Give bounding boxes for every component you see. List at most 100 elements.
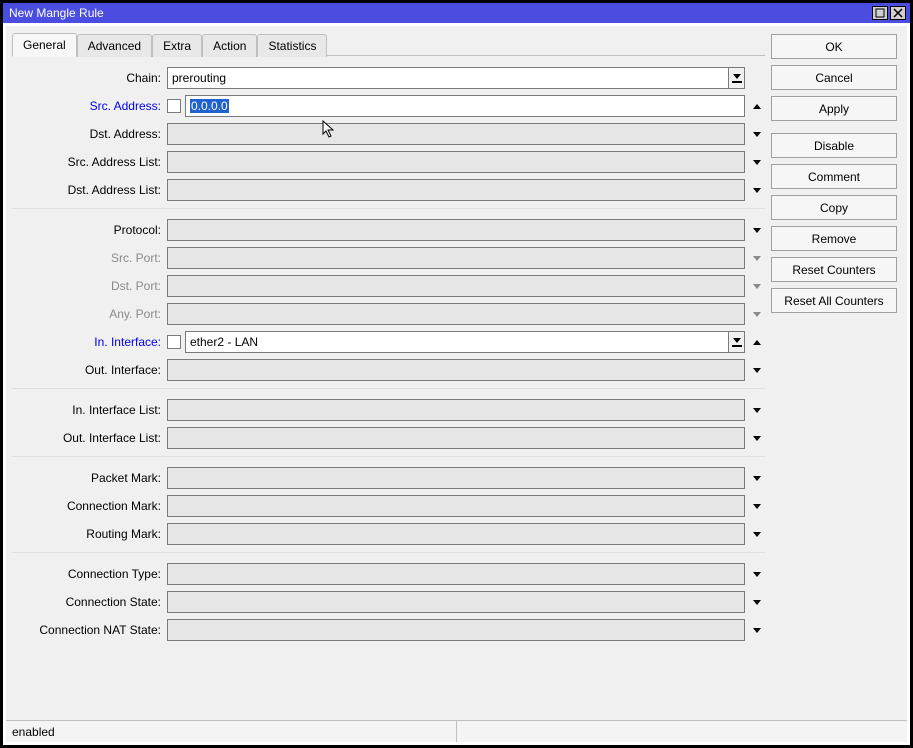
row-out-interface: Out. Interface: bbox=[12, 356, 765, 384]
row-src-port: Src. Port: bbox=[12, 244, 765, 272]
reset-counters-button[interactable]: Reset Counters bbox=[771, 257, 897, 282]
dialog-body: General Advanced Extra Action Statistics… bbox=[6, 26, 907, 742]
row-dst-port: Dst. Port: bbox=[12, 272, 765, 300]
row-connection-state: Connection State: bbox=[12, 588, 765, 616]
row-protocol: Protocol: bbox=[12, 216, 765, 244]
label-in-interface-list: In. Interface List: bbox=[12, 403, 167, 417]
row-chain: Chain: prerouting bbox=[12, 64, 765, 92]
status-bar: enabled bbox=[6, 720, 907, 742]
label-connection-state: Connection State: bbox=[12, 595, 167, 609]
ok-button[interactable]: OK bbox=[771, 34, 897, 59]
close-button[interactable] bbox=[890, 6, 906, 20]
in-interface-list-expand-icon[interactable] bbox=[749, 399, 765, 421]
src-address-list-expand-icon[interactable] bbox=[749, 151, 765, 173]
row-connection-mark: Connection Mark: bbox=[12, 492, 765, 520]
packet-mark-expand-icon[interactable] bbox=[749, 467, 765, 489]
connection-nat-state-input[interactable] bbox=[167, 619, 745, 641]
tab-statistics[interactable]: Statistics bbox=[257, 34, 327, 57]
main-area: General Advanced Extra Action Statistics… bbox=[6, 26, 907, 720]
label-out-interface-list: Out. Interface List: bbox=[12, 431, 167, 445]
chain-field[interactable]: prerouting bbox=[167, 67, 729, 89]
any-port-input bbox=[167, 303, 745, 325]
remove-button[interactable]: Remove bbox=[771, 226, 897, 251]
tab-action[interactable]: Action bbox=[202, 34, 257, 57]
label-connection-nat-state: Connection NAT State: bbox=[12, 623, 167, 637]
form-general: Chain: prerouting Src. Address: 0.0.0.0 bbox=[12, 56, 765, 644]
protocol-expand-icon[interactable] bbox=[749, 219, 765, 241]
tab-advanced[interactable]: Advanced bbox=[77, 34, 152, 57]
label-in-interface: In. Interface: bbox=[12, 335, 167, 349]
connection-state-expand-icon[interactable] bbox=[749, 591, 765, 613]
out-interface-list-input[interactable] bbox=[167, 427, 745, 449]
label-connection-type: Connection Type: bbox=[12, 567, 167, 581]
label-protocol: Protocol: bbox=[12, 223, 167, 237]
out-interface-list-expand-icon[interactable] bbox=[749, 427, 765, 449]
connection-nat-state-expand-icon[interactable] bbox=[749, 619, 765, 641]
src-address-value: 0.0.0.0 bbox=[190, 99, 229, 113]
cancel-button[interactable]: Cancel bbox=[771, 65, 897, 90]
out-interface-expand-icon[interactable] bbox=[749, 359, 765, 381]
row-in-interface-list: In. Interface List: bbox=[12, 396, 765, 424]
label-connection-mark: Connection Mark: bbox=[12, 499, 167, 513]
in-interface-not-checkbox[interactable] bbox=[167, 335, 181, 349]
label-any-port: Any. Port: bbox=[12, 307, 167, 321]
tab-extra[interactable]: Extra bbox=[152, 34, 202, 57]
dst-port-expand-icon bbox=[749, 275, 765, 297]
label-src-address: Src. Address: bbox=[12, 99, 167, 113]
chain-dropdown-icon[interactable] bbox=[729, 67, 745, 89]
status-empty bbox=[457, 721, 908, 742]
routing-mark-expand-icon[interactable] bbox=[749, 523, 765, 545]
row-dst-address: Dst. Address: bbox=[12, 120, 765, 148]
label-routing-mark: Routing Mark: bbox=[12, 527, 167, 541]
dialog-window: New Mangle Rule General Advanced Extra A… bbox=[0, 0, 913, 748]
row-routing-mark: Routing Mark: bbox=[12, 520, 765, 548]
routing-mark-input[interactable] bbox=[167, 523, 745, 545]
button-column: OK Cancel Apply Disable Comment Copy Rem… bbox=[771, 26, 907, 720]
comment-button[interactable]: Comment bbox=[771, 164, 897, 189]
in-interface-value: ether2 - LAN bbox=[190, 335, 258, 349]
connection-mark-expand-icon[interactable] bbox=[749, 495, 765, 517]
label-src-address-list: Src. Address List: bbox=[12, 155, 167, 169]
status-text: enabled bbox=[6, 721, 457, 742]
reset-all-counters-button[interactable]: Reset All Counters bbox=[771, 288, 897, 313]
connection-type-input[interactable] bbox=[167, 563, 745, 585]
dst-address-expand-icon[interactable] bbox=[749, 123, 765, 145]
tab-general[interactable]: General bbox=[12, 33, 77, 57]
src-port-input bbox=[167, 247, 745, 269]
dst-port-input bbox=[167, 275, 745, 297]
disable-button[interactable]: Disable bbox=[771, 133, 897, 158]
window-title: New Mangle Rule bbox=[7, 6, 870, 20]
src-address-input[interactable]: 0.0.0.0 bbox=[185, 95, 745, 117]
out-interface-input[interactable] bbox=[167, 359, 745, 381]
dst-address-list-input[interactable] bbox=[167, 179, 745, 201]
src-address-list-input[interactable] bbox=[167, 151, 745, 173]
connection-type-expand-icon[interactable] bbox=[749, 563, 765, 585]
connection-mark-input[interactable] bbox=[167, 495, 745, 517]
row-connection-type: Connection Type: bbox=[12, 560, 765, 588]
titlebar: New Mangle Rule bbox=[3, 3, 910, 23]
label-src-port: Src. Port: bbox=[12, 251, 167, 265]
dst-address-list-expand-icon[interactable] bbox=[749, 179, 765, 201]
label-out-interface: Out. Interface: bbox=[12, 363, 167, 377]
row-dst-address-list: Dst. Address List: bbox=[12, 176, 765, 204]
row-packet-mark: Packet Mark: bbox=[12, 464, 765, 492]
row-src-address-list: Src. Address List: bbox=[12, 148, 765, 176]
src-port-expand-icon bbox=[749, 247, 765, 269]
in-interface-collapse-icon[interactable] bbox=[749, 331, 765, 353]
dst-address-input[interactable] bbox=[167, 123, 745, 145]
row-connection-nat-state: Connection NAT State: bbox=[12, 616, 765, 644]
apply-button[interactable]: Apply bbox=[771, 96, 897, 121]
packet-mark-input[interactable] bbox=[167, 467, 745, 489]
row-out-interface-list: Out. Interface List: bbox=[12, 424, 765, 452]
label-chain: Chain: bbox=[12, 71, 167, 85]
copy-button[interactable]: Copy bbox=[771, 195, 897, 220]
in-interface-input[interactable]: ether2 - LAN bbox=[185, 331, 729, 353]
src-address-collapse-icon[interactable] bbox=[749, 95, 765, 117]
in-interface-list-input[interactable] bbox=[167, 399, 745, 421]
in-interface-dropdown-icon[interactable] bbox=[729, 331, 745, 353]
protocol-input[interactable] bbox=[167, 219, 745, 241]
minimize-button[interactable] bbox=[872, 6, 888, 20]
src-address-not-checkbox[interactable] bbox=[167, 99, 181, 113]
connection-state-input[interactable] bbox=[167, 591, 745, 613]
chain-value: prerouting bbox=[172, 71, 226, 85]
